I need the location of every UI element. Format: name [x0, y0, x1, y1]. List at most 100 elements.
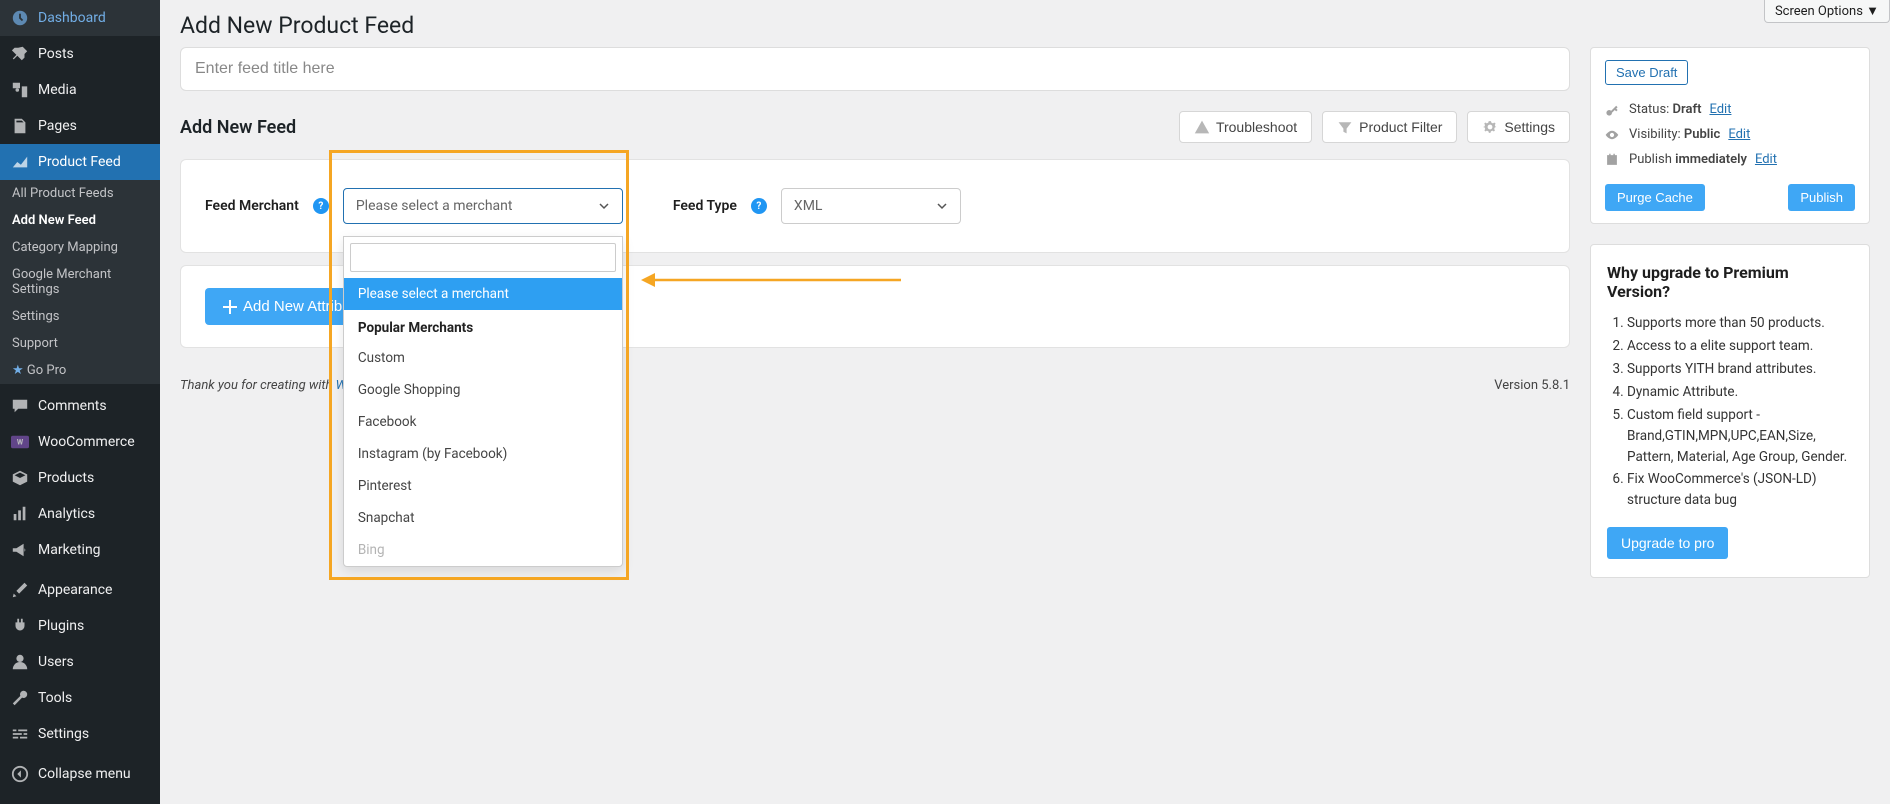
megaphone-icon	[10, 540, 30, 560]
submenu-google-merchant[interactable]: Google Merchant Settings	[0, 261, 160, 303]
eye-icon	[1605, 128, 1621, 142]
feed-type-select[interactable]: XML	[781, 188, 961, 224]
woo-icon: W	[10, 432, 30, 452]
brush-icon	[10, 580, 30, 600]
status-edit-link[interactable]: Edit	[1709, 102, 1731, 117]
footer-version: Version 5.8.1	[1494, 378, 1570, 393]
svg-text:W: W	[17, 438, 24, 447]
dropdown-option-placeholder[interactable]: Please select a merchant	[344, 278, 622, 310]
sidebar-item-media[interactable]: Media	[0, 72, 160, 108]
sidebar-item-products[interactable]: Products	[0, 460, 160, 496]
sidebar-item-posts[interactable]: Posts	[0, 36, 160, 72]
upgrade-reason: Custom field support - Brand,GTIN,MPN,UP…	[1627, 405, 1853, 468]
dropdown-option[interactable]: Pinterest	[344, 470, 622, 502]
visibility-edit-link[interactable]: Edit	[1728, 127, 1750, 142]
sidebar-label: Settings	[38, 726, 89, 742]
troubleshoot-button[interactable]: Troubleshoot	[1179, 111, 1312, 143]
submenu-category-mapping[interactable]: Category Mapping	[0, 234, 160, 261]
plus-icon	[223, 300, 237, 314]
dropdown-option[interactable]: Bing	[344, 534, 622, 566]
sidebar-item-appearance[interactable]: Appearance	[0, 572, 160, 608]
dropdown-option[interactable]: Facebook	[344, 406, 622, 438]
merchant-dropdown: Please select a merchant Popular Merchan…	[343, 236, 623, 567]
chart-icon	[10, 152, 30, 172]
feed-title-input[interactable]	[180, 47, 1570, 91]
sidebar-item-product-feed[interactable]: Product Feed	[0, 144, 160, 180]
visibility-text: Visibility: Public	[1629, 127, 1720, 142]
sidebar-label: Posts	[38, 46, 74, 62]
dashboard-icon	[10, 8, 30, 28]
sidebar-item-plugins[interactable]: Plugins	[0, 608, 160, 644]
sidebar-label: Analytics	[38, 506, 95, 522]
purge-cache-button[interactable]: Purge Cache	[1605, 184, 1705, 211]
upgrade-button[interactable]: Upgrade to pro	[1607, 527, 1728, 559]
merchant-search-input[interactable]	[350, 243, 616, 272]
sidebar-item-users[interactable]: Users	[0, 644, 160, 680]
settings-button[interactable]: Settings	[1467, 111, 1570, 143]
sidebar-label: Pages	[38, 118, 77, 134]
feed-type-label: Feed Type	[673, 198, 737, 214]
help-icon[interactable]: ?	[751, 198, 767, 214]
upgrade-reason: Dynamic Attribute.	[1627, 382, 1853, 403]
sidebar-label: Products	[38, 470, 94, 486]
submenu-add-feed[interactable]: Add New Feed	[0, 207, 160, 234]
pin-icon	[10, 44, 30, 64]
bars-icon	[10, 504, 30, 524]
media-icon	[10, 80, 30, 100]
sidebar-label: Plugins	[38, 618, 84, 634]
dropdown-option[interactable]: Snapchat	[344, 502, 622, 534]
sidebar-item-tools[interactable]: Tools	[0, 680, 160, 716]
submenu-all-feeds[interactable]: All Product Feeds	[0, 180, 160, 207]
upgrade-heading: Why upgrade to Premium Version?	[1607, 263, 1853, 301]
sidebar-label: Marketing	[38, 542, 101, 558]
sidebar-label: Users	[38, 654, 74, 670]
sidebar-label: Dashboard	[38, 10, 106, 26]
publish-button[interactable]: Publish	[1788, 184, 1855, 211]
save-draft-button[interactable]: Save Draft	[1605, 60, 1688, 85]
sidebar-label: Tools	[38, 690, 72, 706]
box-icon	[10, 468, 30, 488]
publish-text: Publish immediately	[1629, 152, 1747, 167]
sidebar-label: Collapse menu	[38, 766, 131, 782]
sidebar-label: Comments	[38, 398, 107, 414]
calendar-icon	[1605, 153, 1621, 167]
product-filter-button[interactable]: Product Filter	[1322, 111, 1457, 143]
annotation-arrow-icon	[641, 270, 901, 290]
chevron-down-icon	[936, 200, 948, 212]
sidebar-item-analytics[interactable]: Analytics	[0, 496, 160, 532]
publish-edit-link[interactable]: Edit	[1755, 152, 1777, 167]
dropdown-group-header: Popular Merchants	[344, 310, 622, 342]
feed-section-heading: Add New Feed	[180, 117, 296, 138]
sliders-icon	[10, 724, 30, 744]
sidebar-label: Appearance	[38, 582, 112, 598]
submenu-gopro[interactable]: ★ Go Pro	[0, 357, 160, 384]
sidebar-item-settings[interactable]: Settings	[0, 716, 160, 752]
sidebar-label: Media	[38, 82, 77, 98]
submenu-support[interactable]: Support	[0, 330, 160, 357]
sidebar-label: WooCommerce	[38, 434, 135, 450]
sidebar-item-pages[interactable]: Pages	[0, 108, 160, 144]
submenu-settings[interactable]: Settings	[0, 303, 160, 330]
sidebar-item-dashboard[interactable]: Dashboard	[0, 0, 160, 36]
star-icon: ★	[12, 363, 27, 378]
upgrade-reason: Supports YITH brand attributes.	[1627, 359, 1853, 380]
chevron-down-icon	[598, 200, 610, 212]
sidebar-item-comments[interactable]: Comments	[0, 388, 160, 424]
status-text: Status: Draft	[1629, 102, 1701, 117]
gear-icon	[1482, 119, 1498, 135]
help-icon[interactable]: ?	[313, 198, 329, 214]
filter-icon	[1337, 119, 1353, 135]
dropdown-option[interactable]: Instagram (by Facebook)	[344, 438, 622, 470]
dropdown-option[interactable]: Custom	[344, 342, 622, 374]
user-icon	[10, 652, 30, 672]
merchant-select[interactable]: Please select a merchant	[343, 188, 623, 224]
sidebar-item-marketing[interactable]: Marketing	[0, 532, 160, 568]
sidebar-collapse[interactable]: Collapse menu	[0, 756, 160, 792]
merchant-label: Feed Merchant	[205, 198, 299, 214]
dropdown-option[interactable]: Google Shopping	[344, 374, 622, 406]
upgrade-box: Why upgrade to Premium Version? Supports…	[1590, 244, 1870, 578]
sidebar-item-woocommerce[interactable]: W WooCommerce	[0, 424, 160, 460]
screen-options-toggle[interactable]: Screen Options ▼	[1764, 0, 1890, 23]
sidebar-submenu: All Product Feeds Add New Feed Category …	[0, 180, 160, 384]
pages-icon	[10, 116, 30, 136]
